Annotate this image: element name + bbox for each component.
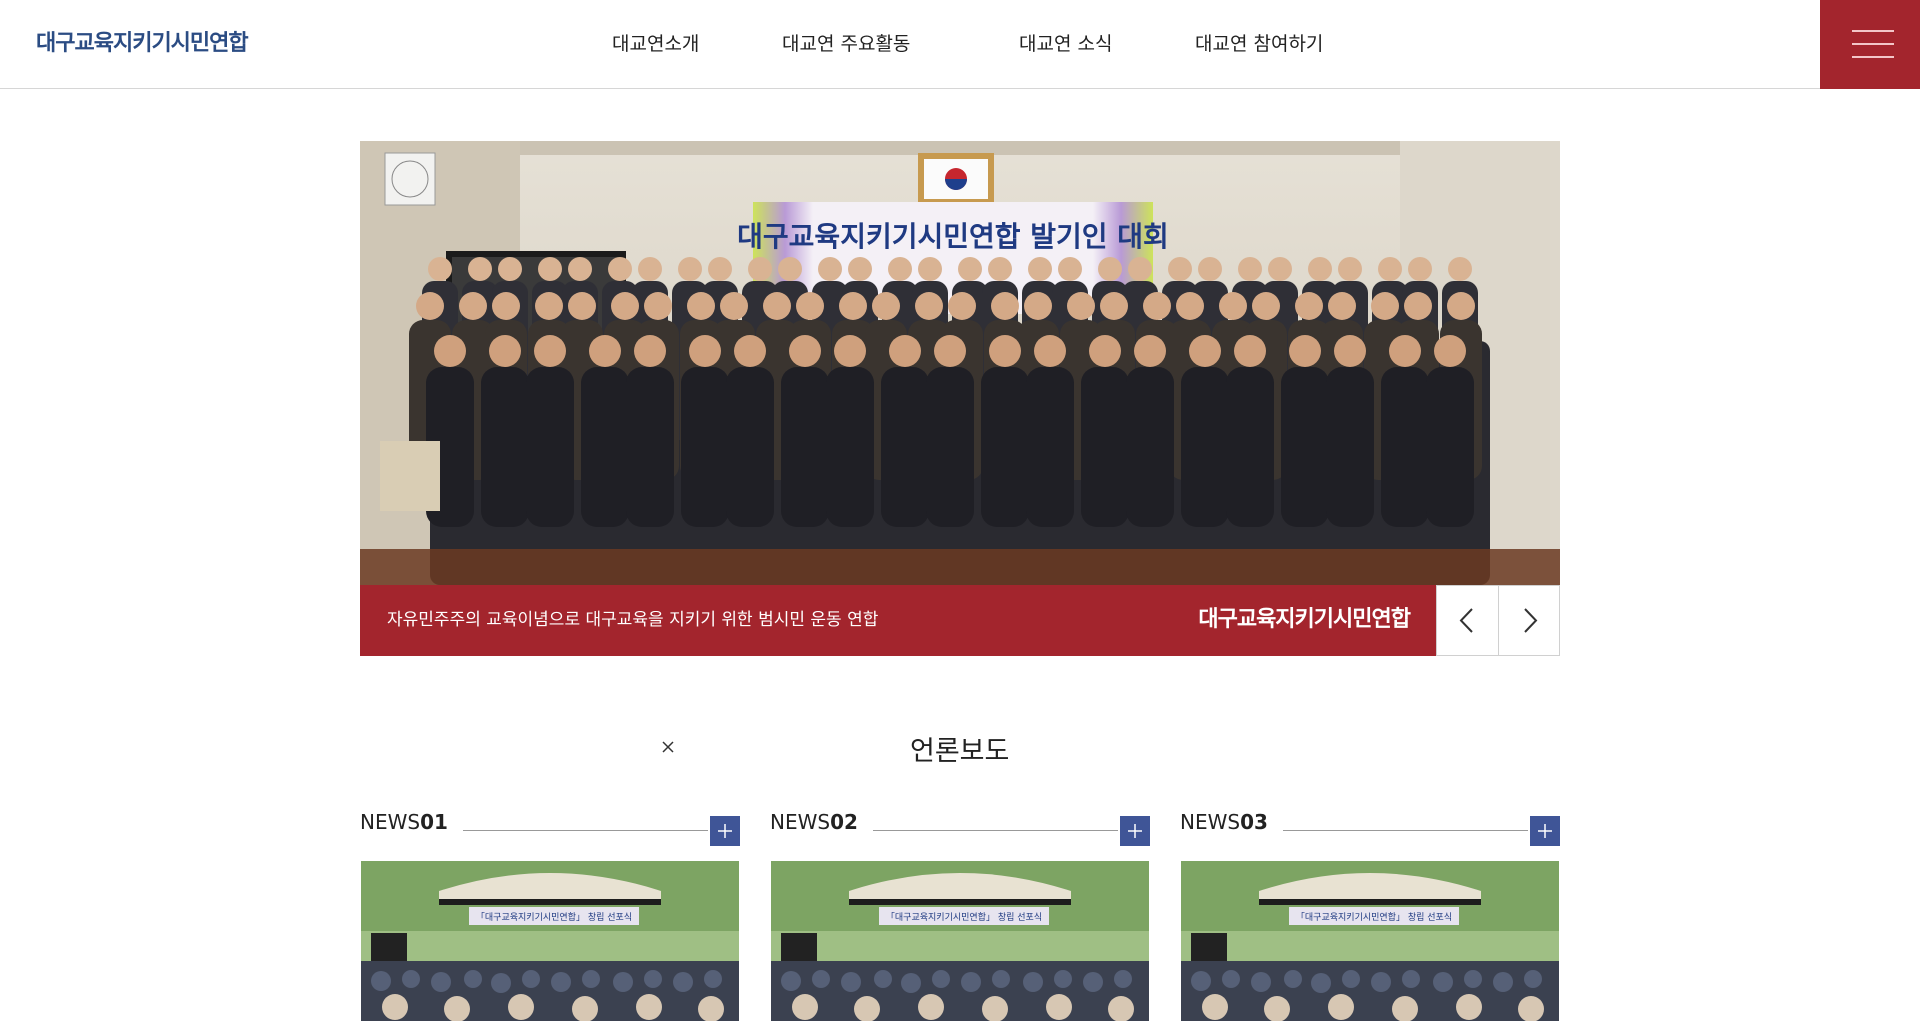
news-more-button[interactable]: [1120, 816, 1150, 846]
news-label: NEWS02: [770, 808, 858, 836]
news-thumbnail[interactable]: 「대구교육지키기시민연합」 창립 선포식: [771, 861, 1149, 1021]
site-header: 대구교육지키기시민연합 대교연소개 대교연 주요활동 대교연 소식 대교연 참여…: [0, 0, 1920, 89]
news-card[interactable]: NEWS03 「대구교육지키기시민연합」 창립 선포식: [1180, 808, 1560, 1021]
news-banner-text: 「대구교육지키기시민연합」 창립 선포식: [1296, 912, 1452, 923]
news-header: NEWS02: [770, 808, 1150, 846]
chevron-left-icon: [1459, 608, 1473, 633]
main-nav: 대교연소개 대교연 주요활동 대교연 소식 대교연 참여하기: [0, 0, 1820, 88]
caption-logo: 대구교육지키기시민연합: [1198, 607, 1411, 632]
menu-button[interactable]: [1820, 0, 1920, 89]
news-number: 03: [1240, 810, 1268, 834]
nav-item-participate[interactable]: 대교연 참여하기: [1195, 30, 1323, 58]
hero-caption: 자유민주주의 교육이념으로 대구교육을 지키기 위한 범시민 운동 연합: [387, 610, 879, 630]
news-banner-text: 「대구교육지키기시민연합」 창립 선포식: [476, 912, 632, 923]
section-title: 언론보도: [910, 736, 1010, 767]
divider: [873, 830, 1118, 831]
plus-icon: [1538, 824, 1552, 838]
divider: [463, 830, 708, 831]
divider: [1283, 830, 1528, 831]
nav-item-news[interactable]: 대교연 소식: [1019, 30, 1112, 58]
news-thumbnail[interactable]: 「대구교육지키기시민연합」 창립 선포식: [361, 861, 739, 1021]
close-icon[interactable]: [658, 737, 678, 757]
news-prefix: NEWS: [770, 810, 831, 834]
nav-item-about[interactable]: 대교연소개: [612, 30, 699, 58]
news-more-button[interactable]: [1530, 816, 1560, 846]
news-header: NEWS03: [1180, 808, 1560, 846]
chevron-right-icon: [1524, 608, 1538, 633]
news-prefix: NEWS: [360, 810, 421, 834]
news-number: 02: [830, 810, 858, 834]
news-number: 01: [420, 810, 448, 834]
hero-photo: 대구교육지키기시민연합 발기인 대회: [360, 141, 1560, 585]
news-label: NEWS03: [1180, 808, 1268, 836]
hero-caption-bar: 자유민주주의 교육이념으로 대구교육을 지키기 위한 범시민 운동 연합 대구교…: [360, 585, 1436, 656]
hero-banner-text: 대구교육지키기시민연합 발기인 대회: [737, 220, 1169, 253]
news-banner-text: 「대구교육지키기시민연합」 창립 선포식: [886, 912, 1042, 923]
hero-slider: 대구교육지키기시민연합 발기인 대회 자유민주주의 교육이념으로 대구교육을 지…: [360, 141, 1560, 656]
news-thumbnail[interactable]: 「대구교육지키기시민연합」 창립 선포식: [1181, 861, 1559, 1021]
nav-item-activities[interactable]: 대교연 주요활동: [782, 30, 910, 58]
slider-next-button[interactable]: [1499, 586, 1560, 655]
news-prefix: NEWS: [1180, 810, 1241, 834]
slider-controls: [1436, 585, 1560, 656]
plus-icon: [1128, 824, 1142, 838]
slider-prev-button[interactable]: [1437, 586, 1499, 655]
news-header: NEWS01: [360, 808, 740, 846]
news-card[interactable]: NEWS01 「대구교육지키기시민연합」 창립 선포식: [360, 808, 740, 1021]
plus-icon: [718, 824, 732, 838]
news-label: NEWS01: [360, 808, 448, 836]
news-card[interactable]: NEWS02 「대구교육지키기시민연합」 창립 선포식: [770, 808, 1150, 1021]
news-more-button[interactable]: [710, 816, 740, 846]
